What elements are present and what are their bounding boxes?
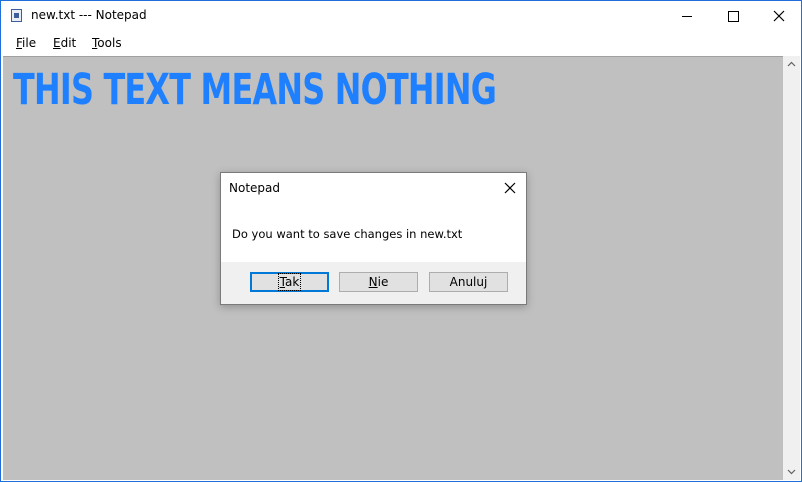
dialog-button-area: Tak Nie Anuluj <box>221 262 526 304</box>
dialog-title: Notepad <box>229 181 280 195</box>
notepad-window: new.txt --- Notepad File Edit Tools THIS… <box>0 0 802 482</box>
menu-tools[interactable]: Tools <box>92 36 122 50</box>
close-button[interactable] <box>756 1 801 31</box>
minimize-button[interactable] <box>664 1 710 31</box>
maximize-button[interactable] <box>710 1 756 31</box>
vertical-scrollbar[interactable] <box>783 56 800 480</box>
dialog-close-button[interactable] <box>499 177 521 199</box>
window-title: new.txt --- Notepad <box>31 8 147 22</box>
minimize-icon <box>682 16 692 17</box>
anuluj-button[interactable]: Anuluj <box>429 272 508 292</box>
tak-button[interactable]: Tak <box>250 272 329 292</box>
scroll-up-arrow-icon <box>787 61 796 67</box>
editor-content: THIS TEXT MEANS NOTHING <box>13 65 497 115</box>
notepad-app-icon[interactable] <box>11 9 22 22</box>
scroll-up-button[interactable] <box>783 56 800 73</box>
menu-file[interactable]: File <box>16 36 36 50</box>
menu-edit[interactable]: Edit <box>53 36 76 50</box>
scroll-down-button[interactable] <box>783 463 800 480</box>
scroll-down-arrow-icon <box>787 469 796 475</box>
title-bar[interactable]: new.txt --- Notepad <box>1 1 801 31</box>
dialog-close-icon <box>504 182 516 194</box>
save-changes-dialog: Notepad Do you want to save changes in n… <box>220 172 527 305</box>
dialog-message: Do you want to save changes in new.txt <box>232 227 463 241</box>
maximize-icon <box>728 11 739 22</box>
close-icon <box>773 10 785 22</box>
nie-button[interactable]: Nie <box>339 272 418 292</box>
menu-bar: File Edit Tools <box>1 31 801 55</box>
